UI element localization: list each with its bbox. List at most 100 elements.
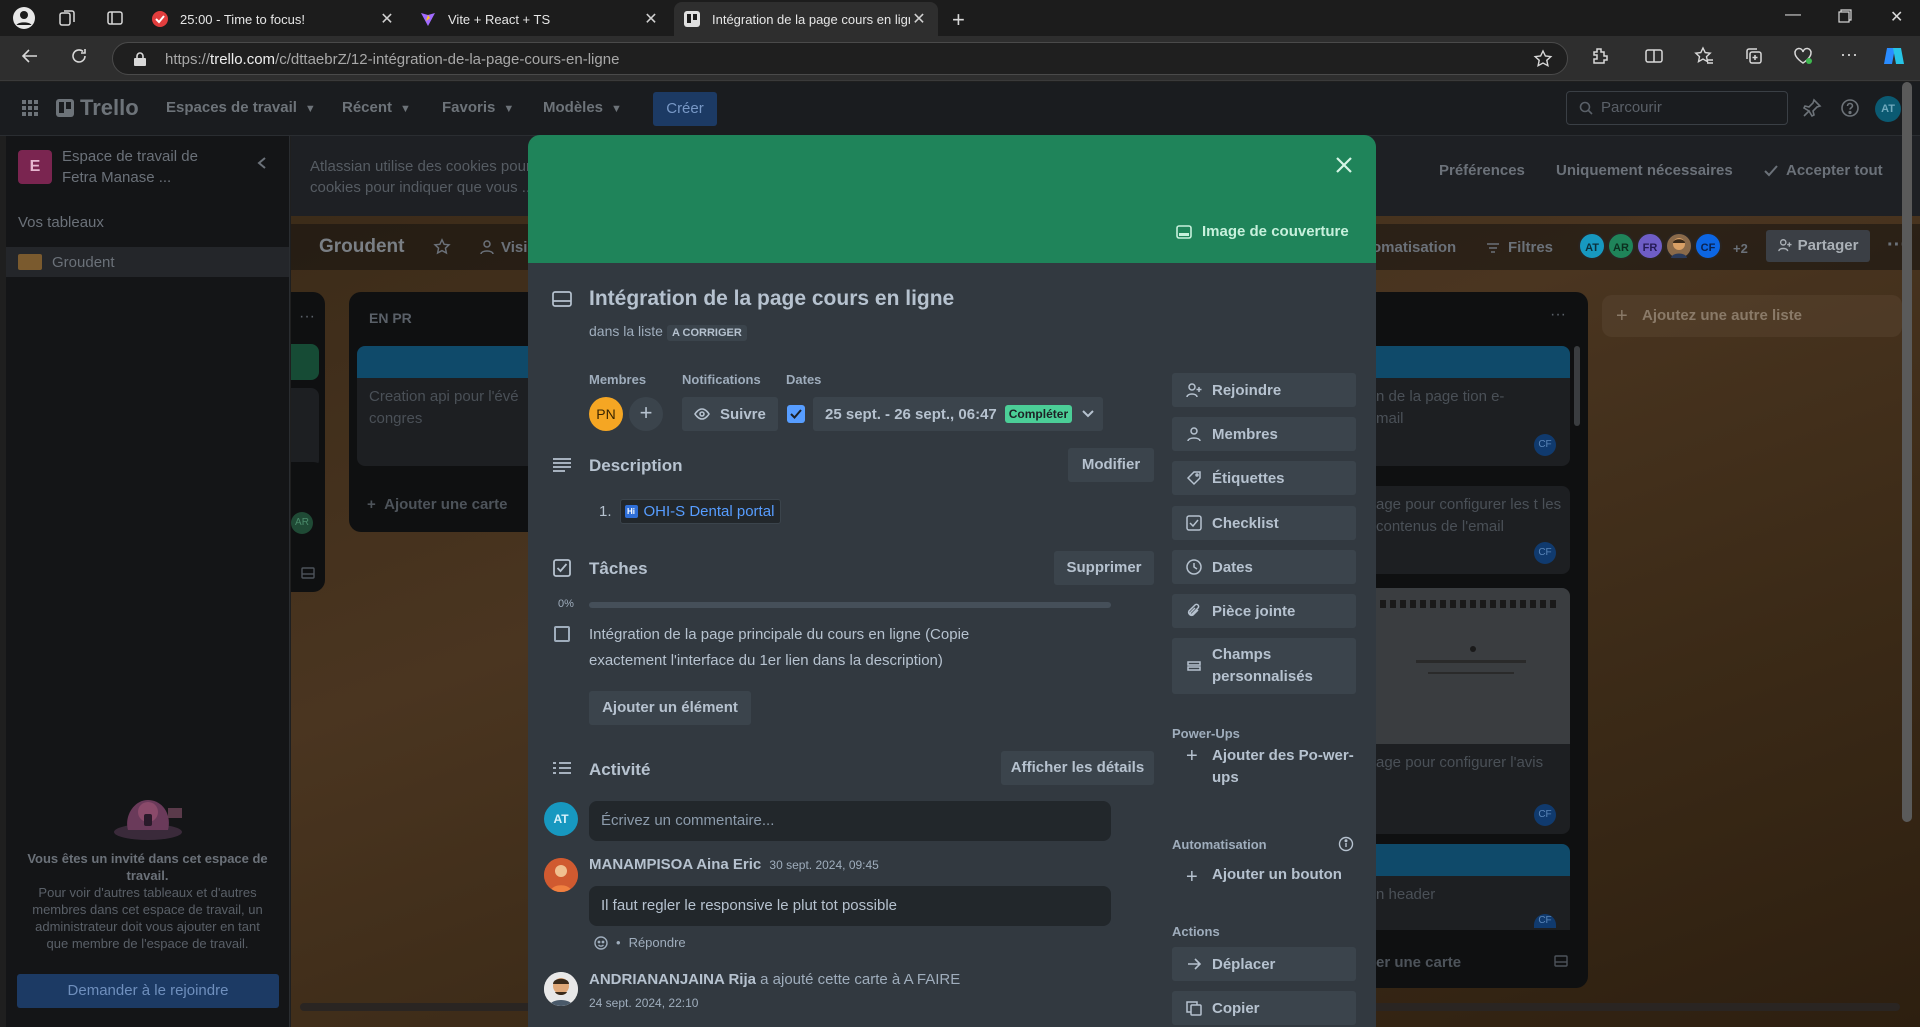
tab-close-icon[interactable]: ✕ [378,9,396,29]
checklist-button[interactable]: Checklist [1172,506,1356,540]
cover-image-button[interactable]: Image de couverture [1176,223,1349,240]
activity-date[interactable]: 24 sept. 2024, 22:10 [589,996,698,1010]
activity-author[interactable]: MANAMPISOA Aina Eric [589,856,761,873]
reply-link[interactable]: Répondre [629,935,686,950]
board-member-photo-avatar[interactable] [1665,232,1693,260]
share-button[interactable]: Partager [1766,230,1870,262]
list-card[interactable]: age pour configurer l'avis CF [1376,744,1570,834]
custom-fields-button[interactable]: Champs personnalisés [1172,638,1356,694]
add-member-button[interactable]: + [629,397,663,431]
list-card[interactable]: Creation api pour l'évé congres [357,378,531,466]
attachment-button[interactable]: Pièce jointe [1172,594,1356,628]
split-screen-icon[interactable] [1644,46,1664,66]
cookie-necessary-button[interactable]: Uniquement nécessaires [1556,162,1733,179]
cookie-preferences-button[interactable]: Préférences [1439,162,1525,179]
card-template-icon[interactable] [301,567,315,579]
more-members-count[interactable]: +2 [1733,241,1748,256]
add-checklist-item-button[interactable]: Ajouter un élément [589,691,751,725]
activity-author[interactable]: ANDRIANANJAINA Rija [589,971,756,988]
sidebar-item-groudent[interactable]: Groudent [6,247,289,277]
visibility-button[interactable]: Visi [479,239,527,256]
tab-close-icon[interactable]: ✕ [910,9,928,29]
checklist-item-text[interactable]: Intégration de la page principale du cou… [589,622,1019,674]
nav-workspaces[interactable]: Espaces de travail ▼ [166,99,316,116]
filters-button[interactable]: Filtres [1486,239,1553,256]
list-card[interactable] [291,388,319,468]
tab-trello-active[interactable]: Intégration de la page cours en ligne ✕ [674,2,938,36]
star-board-icon[interactable] [433,238,451,256]
more-options-icon[interactable]: ··· [1840,44,1858,65]
board-member-avatar[interactable]: FR [1636,232,1664,260]
delete-checklist-button[interactable]: Supprimer [1054,551,1154,585]
window-close-icon[interactable]: ✕ [1890,7,1903,27]
move-button[interactable]: Déplacer [1172,947,1356,981]
comment-input[interactable]: Écrivez un commentaire... [589,801,1111,841]
add-card-button[interactable]: + Ajouter une carte [367,496,507,513]
checklist-item-checkbox[interactable] [554,626,570,642]
board-member-avatar[interactable]: AR [1607,232,1635,260]
list-card[interactable]: n de la page tion e-mail CF [1376,378,1570,466]
activity-date[interactable]: 30 sept. 2024, 09:45 [769,858,878,872]
notifications-icon[interactable] [1802,98,1822,118]
cookie-accept-button[interactable]: Accepter tout [1764,162,1883,179]
restore-icon[interactable] [1838,9,1852,23]
list-scrollbar[interactable] [1574,346,1580,426]
tab-close-icon[interactable]: ✕ [642,9,660,29]
list-title[interactable]: EN PR [369,310,412,326]
apps-grid-icon[interactable] [22,100,38,116]
nav-favorites[interactable]: Favoris ▼ [442,99,514,116]
tab-vite[interactable]: Vite + React + TS ✕ [410,2,670,36]
list-name-badge[interactable]: A CORRIGER [666,325,747,341]
new-tab-icon[interactable]: + [952,7,965,33]
dates-button[interactable]: Dates [1172,550,1356,584]
vertical-tabs-icon[interactable] [106,9,124,27]
workspace-name[interactable]: Espace de travail de Fetra Manase ... [62,146,232,188]
add-list-button[interactable]: + Ajoutez une autre liste [1602,295,1902,337]
add-powerups-button[interactable]: + Ajouter des Po-wer-ups [1172,745,1356,789]
profile-icon[interactable] [12,6,36,30]
collections-icon[interactable] [1744,46,1764,66]
collapse-sidebar-icon[interactable] [256,156,268,170]
trello-logo[interactable]: Trello [56,95,139,121]
add-card-button[interactable]: er une carte [1376,954,1461,971]
nav-templates[interactable]: Modèles ▼ [543,99,622,116]
join-card-button[interactable]: Rejoindre [1172,373,1356,407]
list-menu-icon[interactable]: ··· [1550,306,1566,324]
description-link[interactable]: Hi OHI-S Dental portal [619,499,782,524]
show-details-button[interactable]: Afficher les détails [1001,751,1154,785]
board-member-avatar[interactable]: CF [1694,232,1722,260]
follow-button[interactable]: Suivre [682,397,778,431]
add-reaction-icon[interactable] [594,935,608,950]
members-button[interactable]: Membres [1172,417,1356,451]
minimize-icon[interactable]: — [1785,6,1801,24]
search-input[interactable]: Parcourir [1566,91,1788,125]
refresh-icon[interactable] [69,46,89,66]
favorite-star-icon[interactable] [1533,49,1553,69]
close-modal-button[interactable] [1328,149,1360,181]
extensions-icon[interactable] [1590,46,1610,66]
board-member-avatar[interactable]: AT [1578,232,1606,260]
copy-button[interactable]: Copier [1172,991,1356,1025]
board-title[interactable]: Groudent [319,236,405,258]
create-button[interactable]: Créer [653,92,717,126]
back-icon[interactable] [20,46,40,66]
lock-icon[interactable] [133,51,147,67]
list-card[interactable]: age pour configurer les t les contenus d… [1376,486,1570,574]
nav-recent[interactable]: Récent ▼ [342,99,411,116]
info-icon[interactable] [1338,836,1354,852]
tab-pomodoro[interactable]: 25:00 - Time to focus! ✕ [142,2,406,36]
edit-description-button[interactable]: Modifier [1068,448,1154,482]
favorites-icon[interactable] [1694,46,1714,66]
due-date-checkbox[interactable] [787,405,805,423]
labels-button[interactable]: Étiquettes [1172,461,1356,495]
request-join-button[interactable]: Demander à le rejoindre [17,974,279,1008]
workspaces-icon[interactable] [58,9,76,27]
add-button-button[interactable]: + Ajouter un bouton [1172,866,1342,888]
page-vertical-scrollbar[interactable] [1902,82,1912,822]
browser-essentials-icon[interactable] [1792,46,1814,66]
help-icon[interactable] [1840,98,1860,118]
url-field[interactable]: https://trello.com/c/dttaebrZ/12-intégra… [112,42,1568,75]
card-member-avatar[interactable]: PN [589,397,623,431]
user-avatar[interactable]: AT [1875,96,1901,122]
copilot-icon[interactable] [1882,44,1906,68]
